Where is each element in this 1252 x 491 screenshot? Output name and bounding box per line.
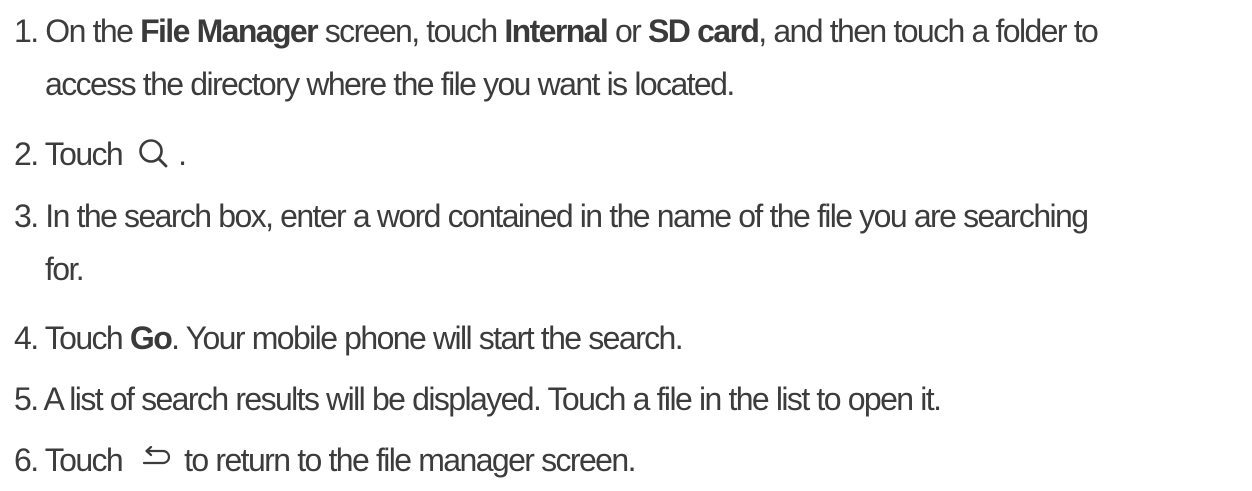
ui-term-go: Go: [129, 320, 173, 356]
step-3: 3. In the search box, enter a word conta…: [14, 190, 1246, 296]
step-2: 2. Touch .: [14, 128, 1246, 181]
step-text: to return to the file manager screen.: [184, 442, 636, 478]
step-4: 4. Touch Go. Your mobile phone will star…: [14, 312, 1246, 365]
step-number: 3.: [14, 198, 39, 234]
search-icon: [139, 138, 168, 167]
step-text: Touch: [44, 136, 124, 172]
step-text: On the: [45, 13, 134, 49]
step-number: 2.: [14, 136, 39, 172]
step-text: Touch: [44, 442, 124, 478]
step-text: In the search box, enter a word containe…: [45, 198, 1089, 234]
step-text-continued: for.: [45, 251, 85, 287]
step-text: .: [178, 136, 187, 172]
ui-term-file-manager: File Manager: [140, 13, 319, 49]
step-1: 1. On the File Manager screen, touch Int…: [14, 5, 1246, 111]
step-text: . Your mobile phone will start the searc…: [171, 320, 683, 356]
ui-term-internal: Internal: [504, 13, 608, 49]
step-text-continued: access the directory where the file you …: [45, 66, 735, 102]
step-text: Touch: [44, 320, 124, 356]
step-6: 6. Touch to return to the file manager s…: [14, 434, 1246, 487]
step-text: A list of search results will be display…: [43, 381, 942, 417]
step-text: , and then touch a folder to: [758, 13, 1099, 49]
step-text: screen, touch: [324, 13, 498, 49]
step-number: 5.: [14, 381, 39, 417]
step-number: 4.: [14, 320, 39, 356]
back-icon: [143, 445, 171, 464]
step-number: 1.: [14, 13, 39, 49]
step-number: 6.: [14, 442, 39, 478]
ui-term-sd-card: SD card: [648, 13, 760, 49]
step-5: 5. A list of search results will be disp…: [14, 373, 1246, 426]
step-text: or: [614, 13, 642, 49]
instruction-steps: 1. On the File Manager screen, touch Int…: [0, 0, 1252, 491]
